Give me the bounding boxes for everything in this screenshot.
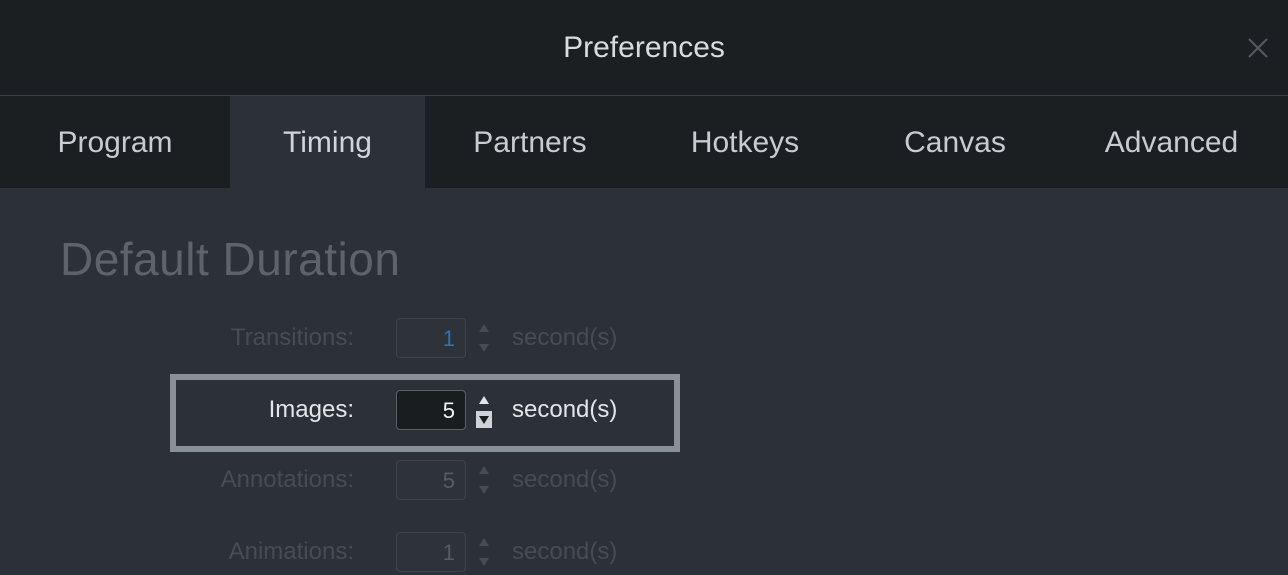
title-bar: Preferences bbox=[0, 0, 1288, 96]
timing-panel: Default Duration Transitions: 1 second(s… bbox=[0, 188, 1288, 575]
images-stepper[interactable] bbox=[474, 390, 494, 430]
section-title: Default Duration bbox=[60, 233, 401, 285]
transitions-value[interactable]: 1 bbox=[443, 326, 455, 352]
arrow-up-icon[interactable] bbox=[476, 534, 492, 551]
tab-hotkeys[interactable]: Hotkeys bbox=[635, 96, 855, 188]
tab-program[interactable]: Program bbox=[0, 96, 230, 188]
tab-bar: Program Timing Partners Hotkeys Canvas A… bbox=[0, 96, 1288, 188]
transitions-unit: second(s) bbox=[512, 324, 618, 351]
duration-row-transitions: Transitions: 1 second(s) bbox=[0, 318, 720, 362]
duration-row-images: Images: 5 second(s) bbox=[0, 390, 720, 434]
tab-canvas[interactable]: Canvas bbox=[855, 96, 1055, 188]
window-title: Preferences bbox=[563, 31, 725, 64]
images-spinbox[interactable]: 5 bbox=[396, 390, 466, 430]
arrow-down-icon[interactable] bbox=[476, 411, 492, 428]
preferences-window: Preferences Program Timing Partners Hotk… bbox=[0, 0, 1288, 575]
duration-row-animations: Animations: 1 second(s) bbox=[0, 532, 720, 575]
tab-timing[interactable]: Timing bbox=[230, 96, 425, 188]
images-label: Images: bbox=[268, 396, 354, 423]
transitions-stepper[interactable] bbox=[474, 318, 494, 358]
animations-value[interactable]: 1 bbox=[443, 540, 455, 566]
arrow-up-icon[interactable] bbox=[476, 392, 492, 409]
tab-partners[interactable]: Partners bbox=[425, 96, 635, 188]
annotations-value[interactable]: 5 bbox=[443, 468, 455, 494]
annotations-unit: second(s) bbox=[512, 466, 618, 493]
annotations-spinbox[interactable]: 5 bbox=[396, 460, 466, 500]
arrow-up-icon[interactable] bbox=[476, 320, 492, 337]
annotations-stepper[interactable] bbox=[474, 460, 494, 500]
duration-row-annotations: Annotations: 5 second(s) bbox=[0, 460, 720, 504]
arrow-down-icon[interactable] bbox=[476, 481, 492, 498]
images-unit: second(s) bbox=[512, 396, 618, 423]
transitions-spinbox[interactable]: 1 bbox=[396, 318, 466, 358]
animations-spinbox[interactable]: 1 bbox=[396, 532, 466, 572]
animations-unit: second(s) bbox=[512, 538, 618, 565]
arrow-down-icon[interactable] bbox=[476, 553, 492, 570]
images-value[interactable]: 5 bbox=[443, 398, 455, 424]
tab-advanced[interactable]: Advanced bbox=[1055, 96, 1288, 188]
animations-stepper[interactable] bbox=[474, 532, 494, 572]
animations-label: Animations: bbox=[228, 538, 354, 565]
arrow-down-icon[interactable] bbox=[476, 339, 492, 356]
close-icon[interactable] bbox=[1246, 36, 1270, 60]
annotations-label: Annotations: bbox=[220, 466, 354, 493]
transitions-label: Transitions: bbox=[230, 324, 354, 351]
arrow-up-icon[interactable] bbox=[476, 462, 492, 479]
